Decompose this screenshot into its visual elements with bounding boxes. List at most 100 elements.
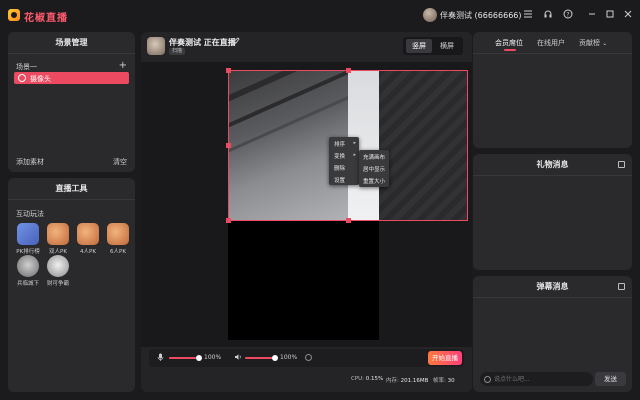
- tool-siege[interactable]: 兵临城下: [16, 255, 40, 287]
- audio-control-bar: 100% 100% 开始直播: [149, 349, 464, 367]
- popout-icon[interactable]: [618, 283, 625, 290]
- popout-icon[interactable]: [618, 161, 625, 168]
- active-tab-indicator: [504, 49, 516, 51]
- ctx-item-transform[interactable]: 变换: [334, 152, 345, 160]
- gift-panel-title: 礼物消息: [473, 154, 632, 176]
- mic-volume-knob[interactable]: [196, 355, 202, 361]
- headset-icon[interactable]: [542, 9, 554, 21]
- submenu-center[interactable]: 居中显示: [363, 165, 385, 173]
- chevron-right-icon: ▸: [353, 140, 356, 146]
- speaker-volume-fill: [245, 357, 275, 359]
- six-pk-icon: [107, 223, 129, 245]
- submenu-fill-canvas[interactable]: 充满画布: [363, 153, 385, 161]
- live-tools-panel: 直播工具 互动玩法 PK排行榜 双人PK 4人PK 6人PK 兵临城下 财可争霸: [8, 178, 135, 392]
- chat-panel-title: 弹幕消息: [473, 276, 632, 298]
- channel-avatar: [147, 37, 165, 55]
- mic-volume-slider[interactable]: [169, 355, 202, 361]
- tool-label: 6人PK: [110, 249, 126, 255]
- tool-label: 财可争霸: [46, 281, 69, 287]
- chat-messages-panel: 弹幕消息 发送: [473, 276, 632, 392]
- context-menu: 排序 ▸ 变换 ▸ 删除 设置: [329, 137, 359, 185]
- siege-icon: [17, 255, 39, 277]
- speaker-icon[interactable]: [234, 353, 242, 363]
- speaker-volume-knob[interactable]: [272, 355, 278, 361]
- resize-handle[interactable]: [346, 218, 351, 223]
- duo-pk-icon: [47, 223, 69, 245]
- resize-handle[interactable]: [226, 143, 231, 148]
- tool-label: 兵临城下: [16, 281, 39, 287]
- add-source-button[interactable]: 添加素材: [16, 157, 44, 167]
- landscape-button[interactable]: 横屏: [434, 39, 460, 53]
- gift-messages-panel: 礼物消息: [473, 154, 632, 270]
- ctx-item-settings[interactable]: 设置: [334, 176, 345, 184]
- app-title: 花椒直播: [24, 13, 68, 24]
- four-pk-icon: [77, 223, 99, 245]
- fps-value: 30: [447, 378, 455, 384]
- tool-six-pk[interactable]: 6人PK: [106, 223, 130, 255]
- channel-tag: 扫描: [169, 48, 186, 55]
- source-item-camera[interactable]: 摄像头: [14, 72, 129, 84]
- portrait-button[interactable]: 竖屏: [406, 39, 432, 53]
- cpu-label: CPU:: [351, 376, 365, 382]
- cpu-value: 0.15%: [365, 376, 384, 382]
- tool-pk-ranking[interactable]: PK排行榜: [16, 223, 40, 255]
- menu-icon[interactable]: [522, 9, 534, 21]
- live-preview-panel: 伴奏测试 正在直播 扫描 竖屏 横屏 排序 ▸ 变换 ▸ 删除 设置 充满画布 …: [141, 32, 472, 392]
- transform-submenu: 充满画布 居中显示 重置大小: [359, 150, 389, 187]
- tool-label: 双人PK: [49, 249, 67, 255]
- ctx-item-delete[interactable]: 删除: [334, 164, 345, 172]
- audience-tabs: 会员席位 在线用户 贡献榜 ⌄: [473, 32, 632, 54]
- scene-group-name[interactable]: 场景一: [16, 62, 37, 72]
- send-button[interactable]: 发送: [595, 372, 626, 386]
- tab-online-users[interactable]: 在线用户: [537, 38, 565, 48]
- plus-icon[interactable]: +: [119, 60, 127, 71]
- tab-member-seats[interactable]: 会员席位: [495, 38, 523, 48]
- memory-value: 201.16MB: [400, 378, 429, 384]
- speaker-volume-slider[interactable]: [245, 355, 278, 361]
- speaker-volume-value: 100%: [280, 354, 298, 361]
- svg-text:?: ?: [566, 11, 569, 18]
- cpu-stat: CPU: 0.15%: [351, 376, 383, 382]
- close-icon[interactable]: [622, 9, 634, 21]
- fps-stat: 帧率: 30: [433, 376, 455, 384]
- app-logo-icon: [8, 9, 20, 21]
- tab-contribution-label: 贡献榜: [579, 39, 600, 47]
- clear-button[interactable]: 清空: [113, 157, 127, 167]
- start-live-button[interactable]: 开始直播: [428, 351, 462, 365]
- tools-section-label: 互动玩法: [16, 210, 44, 218]
- scene-management-panel: 场景管理 场景一 + 摄像头 添加素材 清空: [8, 32, 135, 172]
- fps-label: 帧率:: [433, 378, 446, 384]
- chat-input[interactable]: [480, 372, 593, 386]
- submenu-reset-size[interactable]: 重置大小: [363, 177, 385, 185]
- scene-panel-title: 场景管理: [8, 32, 135, 54]
- preview-canvas[interactable]: 排序 ▸ 变换 ▸ 删除 设置 充满画布 居中显示 重置大小: [141, 62, 472, 347]
- resize-handle[interactable]: [226, 218, 231, 223]
- pk-ranking-icon: [17, 223, 39, 245]
- memory-stat: 内存: 201.16MB: [386, 376, 428, 384]
- memory-label: 内存:: [386, 378, 399, 384]
- user-name[interactable]: 伴奏测试 (66666666): [440, 10, 522, 21]
- wealth-battle-icon: [47, 255, 69, 277]
- emoji-icon[interactable]: [484, 376, 491, 383]
- help-icon[interactable]: ?: [562, 9, 574, 21]
- tool-duo-pk[interactable]: 双人PK: [46, 223, 70, 255]
- audio-settings-icon[interactable]: [305, 354, 312, 361]
- tab-contribution[interactable]: 贡献榜 ⌄: [579, 38, 607, 48]
- tool-four-pk[interactable]: 4人PK: [76, 223, 100, 255]
- mic-volume-value: 100%: [204, 354, 222, 361]
- maximize-icon[interactable]: [604, 9, 616, 21]
- user-avatar[interactable]: [423, 8, 437, 22]
- chevron-right-icon: ▸: [353, 152, 356, 158]
- source-label: 摄像头: [30, 75, 51, 83]
- resize-handle[interactable]: [226, 68, 231, 73]
- tool-wealth-battle[interactable]: 财可争霸: [46, 255, 70, 287]
- chevron-down-icon: ⌄: [602, 40, 608, 47]
- camera-icon: [18, 74, 26, 82]
- resize-handle[interactable]: [346, 68, 351, 73]
- ctx-item-order[interactable]: 排序: [334, 140, 345, 148]
- title-bar: 花椒直播 伴奏测试 (66666666) ?: [0, 0, 640, 30]
- microphone-icon[interactable]: [157, 353, 164, 363]
- minimize-icon[interactable]: [586, 9, 598, 21]
- edit-icon[interactable]: [232, 37, 240, 47]
- mic-volume-fill: [169, 357, 199, 359]
